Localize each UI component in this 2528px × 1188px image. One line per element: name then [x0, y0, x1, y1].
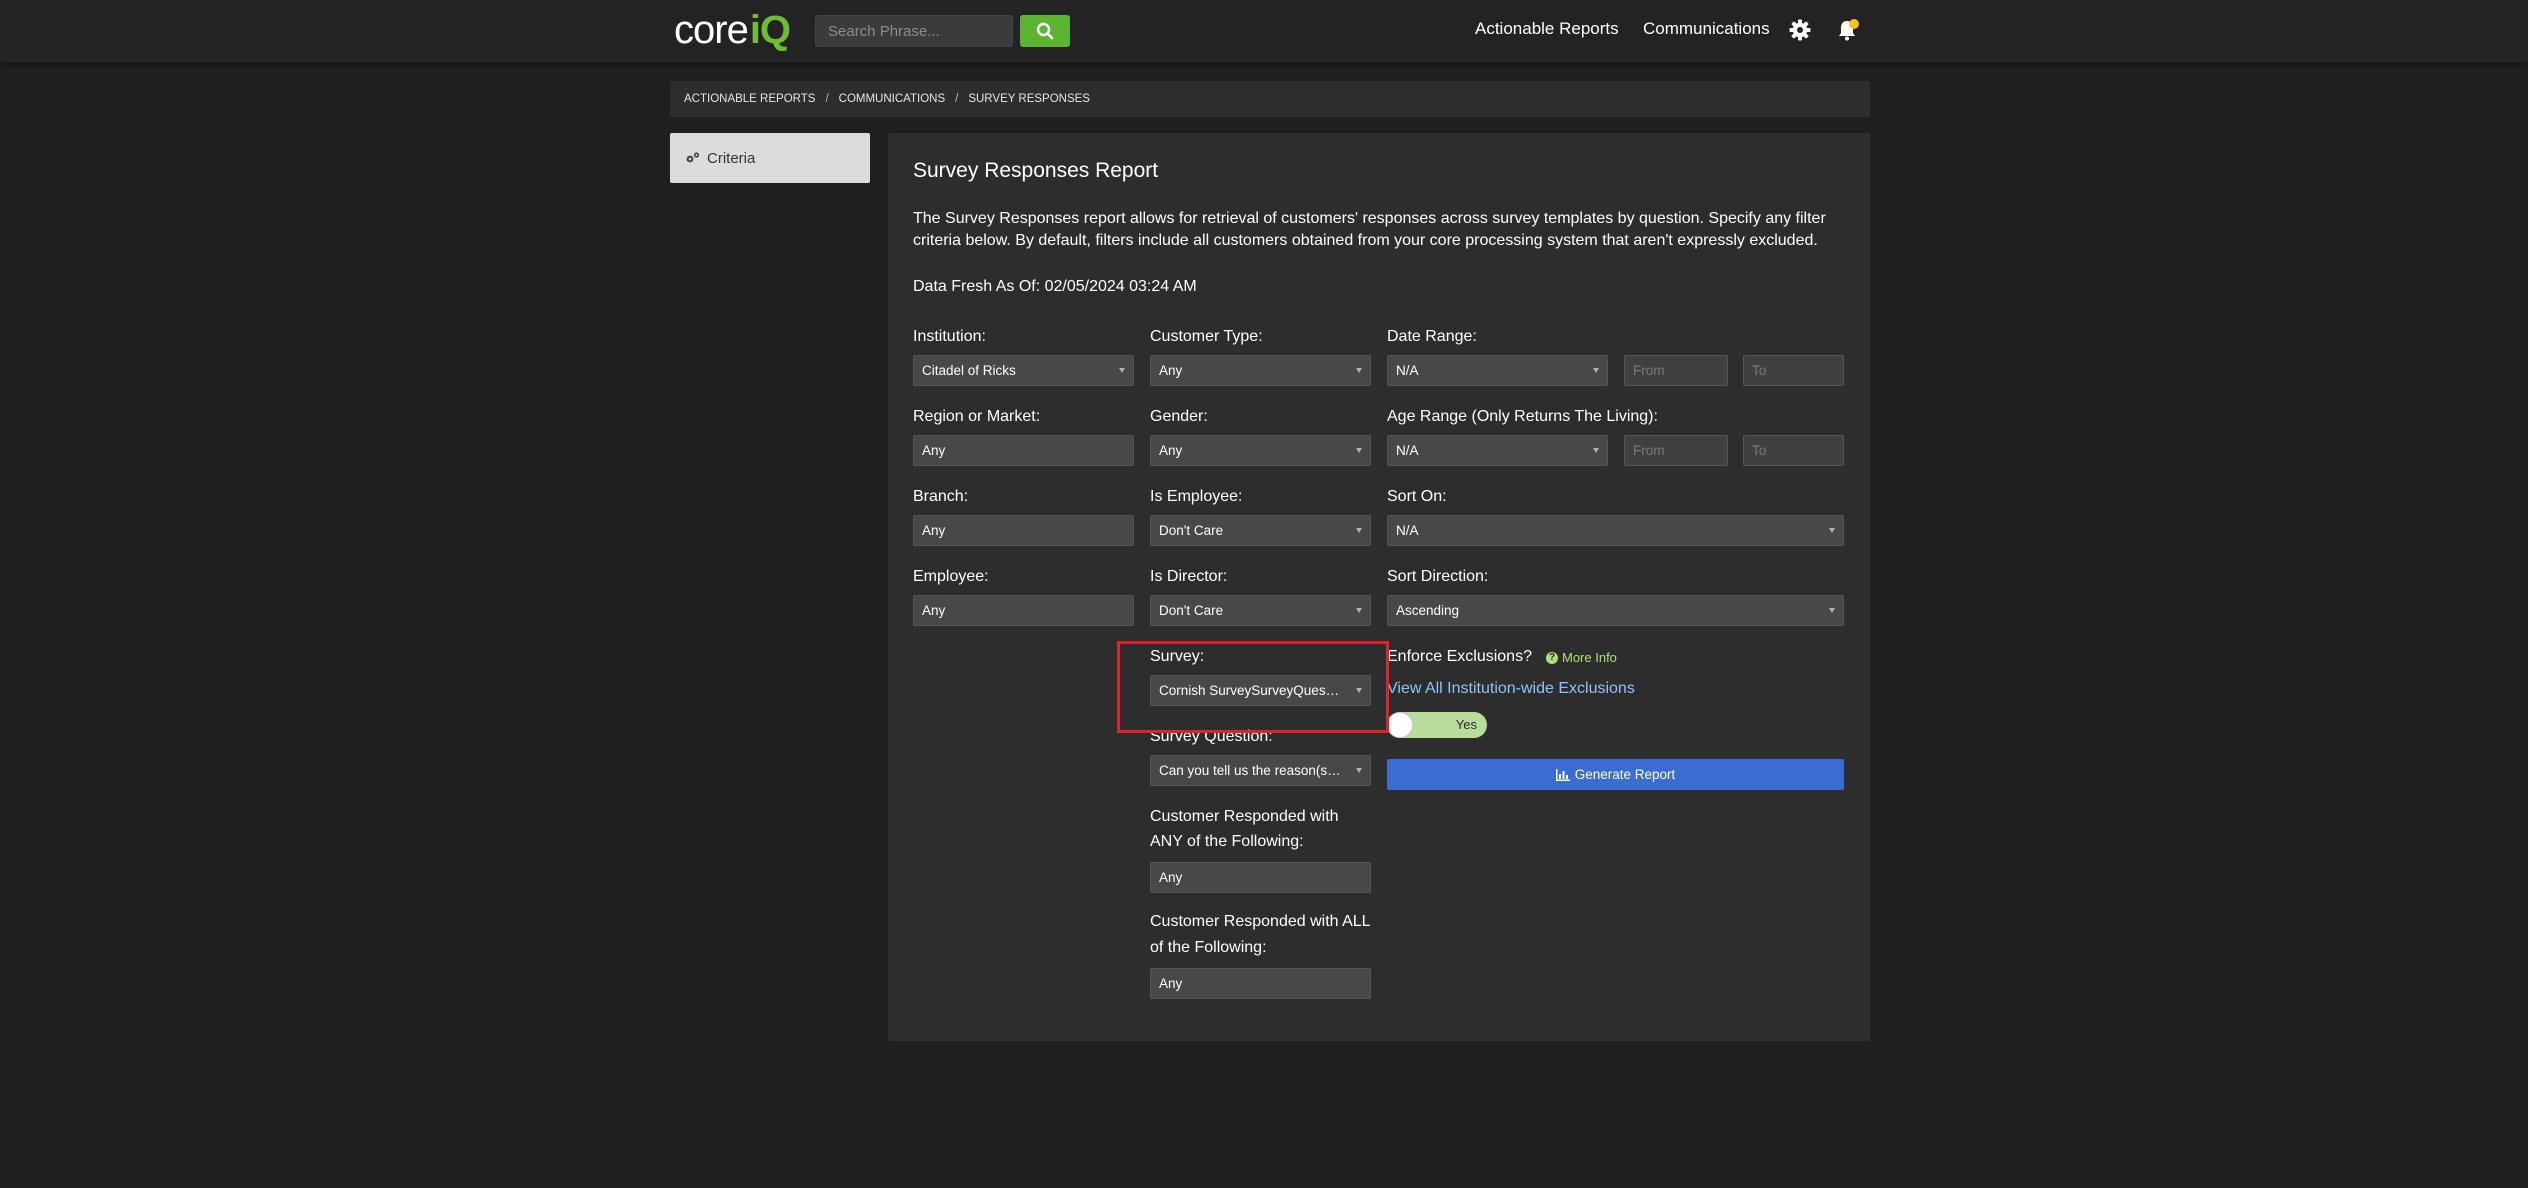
- is-employee-label: Is Employee:: [1150, 488, 1243, 505]
- institution-label: Institution:: [913, 328, 986, 345]
- responded-all-input[interactable]: Any: [1150, 968, 1371, 999]
- logo-iq-text: iQ: [749, 8, 791, 52]
- region-label: Region or Market:: [913, 408, 1041, 425]
- report-panel: Survey Responses Report The Survey Respo…: [888, 133, 1870, 1041]
- gear-icon[interactable]: [1788, 18, 1812, 42]
- responded-all-label-line1: Customer Responded with ALL: [1150, 913, 1371, 930]
- coreiq-logo[interactable]: core iQ: [674, 8, 791, 52]
- data-freshness: Data Fresh As Of: 02/05/2024 03:24 AM: [913, 278, 1197, 295]
- responded-any-label-line2: ANY of the Following:: [1150, 833, 1304, 850]
- view-exclusions-link[interactable]: View All Institution-wide Exclusions: [1387, 680, 1635, 698]
- enforce-exclusions-label: Enforce Exclusions?: [1387, 648, 1532, 665]
- employee-label: Employee:: [913, 568, 989, 585]
- date-range-label: Date Range:: [1387, 328, 1477, 345]
- gender-label: Gender:: [1150, 408, 1208, 425]
- customer-type-value: Any: [1159, 363, 1183, 378]
- nav-actionable-reports[interactable]: Actionable Reports: [1475, 19, 1619, 39]
- responded-all-label-line2: of the Following:: [1150, 939, 1267, 956]
- chevron-down-icon: [1593, 368, 1599, 373]
- generate-report-button[interactable]: Generate Report: [1387, 759, 1844, 790]
- breadcrumb-separator: /: [955, 93, 959, 105]
- top-navbar: coreiQ Actionable Reports Communications: [0, 0, 2528, 63]
- chevron-down-icon: [1356, 768, 1362, 773]
- date-from-input[interactable]: From: [1624, 355, 1728, 386]
- gears-icon: [686, 152, 700, 163]
- branch-input[interactable]: Any: [913, 515, 1134, 546]
- institution-value: Citadel of Ricks: [922, 363, 1016, 378]
- chevron-down-icon: [1356, 528, 1362, 533]
- search-input[interactable]: [815, 15, 1013, 47]
- breadcrumb: ACTIONABLE REPORTS / COMMUNICATIONS / SU…: [670, 81, 1870, 117]
- chevron-down-icon: [1119, 368, 1125, 373]
- age-range-select[interactable]: N/A: [1387, 435, 1608, 466]
- criteria-label: Criteria: [707, 149, 756, 167]
- sort-direction-value: Ascending: [1396, 603, 1460, 618]
- sidebar-item-criteria[interactable]: Criteria: [670, 133, 870, 183]
- is-director-label: Is Director:: [1150, 568, 1228, 585]
- nav-communications[interactable]: Communications: [1643, 19, 1770, 39]
- highlight-box: [1117, 641, 1389, 733]
- date-range-value: N/A: [1396, 363, 1419, 378]
- breadcrumb-communications[interactable]: COMMUNICATIONS: [839, 93, 945, 105]
- notification-badge: [1849, 19, 1859, 29]
- chevron-down-icon: [1356, 368, 1362, 373]
- responded-any-input[interactable]: Any: [1150, 862, 1371, 893]
- generate-report-label: Generate Report: [1574, 767, 1676, 782]
- region-input[interactable]: Any: [913, 435, 1134, 466]
- chevron-down-icon: [1829, 528, 1835, 533]
- gender-select[interactable]: Any: [1150, 435, 1371, 466]
- employee-input[interactable]: Any: [913, 595, 1134, 626]
- more-info-text: More Info: [1562, 650, 1617, 665]
- is-director-select[interactable]: Don't Care: [1150, 595, 1371, 626]
- page-title: Survey Responses Report: [913, 159, 1159, 182]
- toggle-knob: [1387, 712, 1413, 738]
- sort-on-value: N/A: [1396, 523, 1419, 538]
- breadcrumb-separator: /: [825, 93, 829, 105]
- breadcrumb-survey-responses: SURVEY RESPONSES: [968, 93, 1090, 105]
- more-info-link[interactable]: ? More Info: [1546, 650, 1617, 665]
- customer-type-label: Customer Type:: [1150, 328, 1263, 345]
- sort-on-label: Sort On:: [1387, 488, 1447, 505]
- sort-direction-select[interactable]: Ascending: [1387, 595, 1844, 626]
- is-director-value: Don't Care: [1159, 603, 1224, 618]
- report-description: The Survey Responses report allows for r…: [913, 210, 1826, 249]
- is-employee-value: Don't Care: [1159, 523, 1224, 538]
- age-from-input[interactable]: From: [1624, 435, 1728, 466]
- survey-question-value: Can you tell us the reason(s) for your v…: [1159, 763, 1342, 778]
- branch-label: Branch:: [913, 488, 969, 505]
- date-to-input[interactable]: To: [1743, 355, 1844, 386]
- bar-chart-icon: [1555, 768, 1570, 781]
- search-button[interactable]: [1020, 15, 1070, 47]
- breadcrumb-actionable-reports[interactable]: ACTIONABLE REPORTS: [684, 93, 815, 105]
- logo-core-text: core: [674, 8, 749, 52]
- toggle-label: Yes: [1455, 717, 1477, 732]
- chevron-down-icon: [1356, 448, 1362, 453]
- chevron-down-icon: [1829, 608, 1835, 613]
- customer-type-select[interactable]: Any: [1150, 355, 1371, 386]
- age-range-label: Age Range (Only Returns The Living):: [1387, 408, 1658, 425]
- chevron-down-icon: [1593, 448, 1599, 453]
- responded-any-label-line1: Customer Responded with: [1150, 808, 1339, 825]
- date-range-select[interactable]: N/A: [1387, 355, 1608, 386]
- sort-on-select[interactable]: N/A: [1387, 515, 1844, 546]
- sort-direction-label: Sort Direction:: [1387, 568, 1489, 585]
- enforce-exclusions-toggle[interactable]: Yes: [1387, 712, 1487, 738]
- chevron-down-icon: [1356, 608, 1362, 613]
- search-icon: [1036, 22, 1054, 40]
- is-employee-select[interactable]: Don't Care: [1150, 515, 1371, 546]
- gender-value: Any: [1159, 443, 1183, 458]
- survey-question-select[interactable]: Can you tell us the reason(s) for your v…: [1150, 755, 1371, 786]
- question-circle-icon: ?: [1546, 651, 1558, 664]
- age-to-input[interactable]: To: [1743, 435, 1844, 466]
- institution-select[interactable]: Citadel of Ricks: [913, 355, 1134, 386]
- age-range-value: N/A: [1396, 443, 1419, 458]
